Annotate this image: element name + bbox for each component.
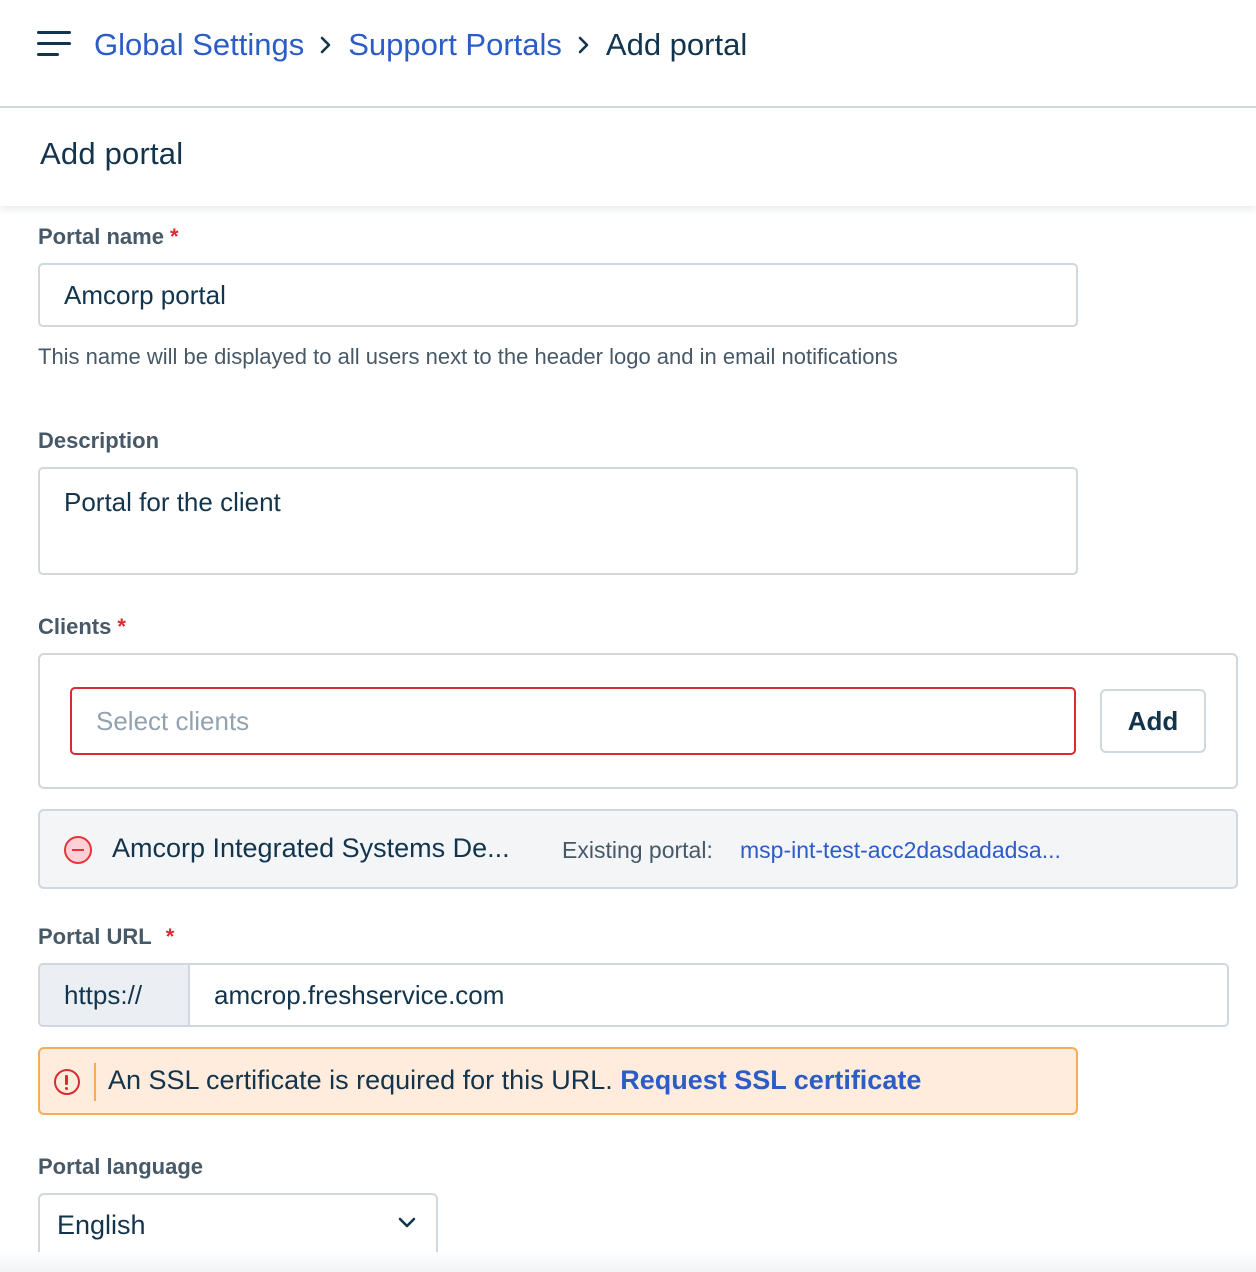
ssl-warning-text: An SSL certificate is required for this …	[108, 1065, 613, 1095]
portal-language-value: English	[57, 1209, 146, 1240]
remove-circle-icon[interactable]	[64, 836, 92, 864]
top-bar: Global Settings Support Portals Add port…	[0, 0, 1256, 108]
portal-name-input[interactable]: Amcorp portal	[38, 263, 1078, 327]
hamburger-menu-icon[interactable]	[37, 31, 71, 57]
portal-url-label-text: Portal URL	[38, 924, 152, 949]
breadcrumb: Global Settings Support Portals Add port…	[94, 24, 747, 66]
select-clients-input[interactable]: Select clients	[70, 687, 1076, 755]
existing-portal-label: Existing portal:	[562, 837, 713, 863]
description-textarea[interactable]: Portal for the client	[38, 467, 1078, 575]
portal-name-label-text: Portal name	[38, 224, 164, 249]
portal-url-input[interactable]: amcrop.freshservice.com	[188, 963, 1229, 1027]
selected-client-row: Amcorp Integrated Systems De... Existing…	[38, 809, 1238, 889]
divider	[94, 1063, 96, 1101]
required-mark: *	[165, 924, 175, 949]
breadcrumb-global-settings[interactable]: Global Settings	[94, 27, 304, 63]
existing-portal-link[interactable]: msp-int-test-acc2dasdadadsa...	[740, 837, 1061, 864]
chevron-down-icon	[398, 1217, 416, 1228]
chevron-right-icon	[304, 24, 348, 66]
portal-name-label: Portal name *	[38, 224, 179, 250]
client-name: Amcorp Integrated Systems De...	[112, 833, 510, 863]
required-mark: *	[169, 224, 179, 249]
bottom-fade	[0, 1252, 1256, 1272]
required-mark: *	[117, 614, 126, 639]
breadcrumb-current: Add portal	[605, 27, 748, 62]
url-prefix: https://	[38, 963, 190, 1027]
portal-name-hint: This name will be displayed to all users…	[38, 344, 898, 369]
request-ssl-link[interactable]: Request SSL certificate	[620, 1065, 921, 1095]
description-label-text: Description	[38, 428, 160, 453]
warning-circle-icon	[54, 1069, 80, 1095]
add-client-button[interactable]: Add	[1100, 689, 1206, 753]
ssl-warning-text-wrap: An SSL certificate is required for this …	[108, 1065, 921, 1096]
portal-url-label: Portal URL *	[38, 924, 174, 950]
page-header	[0, 110, 1256, 206]
breadcrumb-support-portals[interactable]: Support Portals	[348, 27, 562, 63]
chevron-right-icon	[562, 24, 606, 66]
clients-label-text: Clients	[38, 614, 112, 639]
portal-language-label-text: Portal language	[38, 1154, 204, 1179]
ssl-warning-banner: An SSL certificate is required for this …	[38, 1047, 1078, 1115]
portal-language-select[interactable]: English	[38, 1193, 438, 1257]
portal-language-label: Portal language	[38, 1154, 203, 1180]
clients-label: Clients *	[38, 614, 126, 640]
page-title: Add portal	[40, 136, 184, 171]
description-label: Description	[38, 428, 159, 454]
